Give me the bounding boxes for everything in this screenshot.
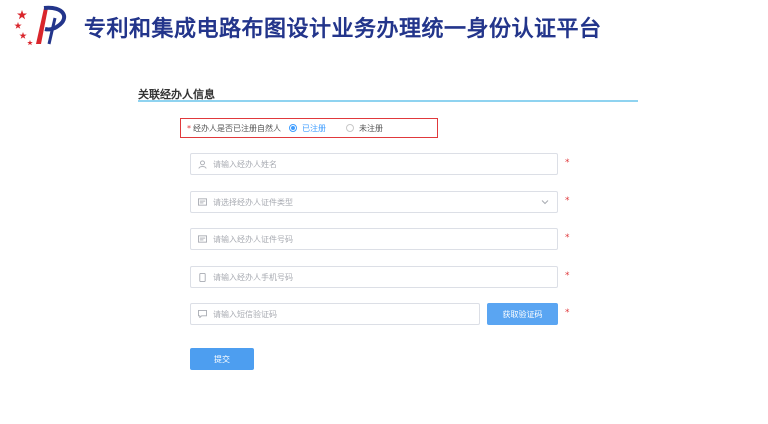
id-type-select[interactable]: 请选择经办人证件类型 — [190, 191, 558, 213]
required-mark: * — [187, 123, 191, 133]
sms-code-input[interactable]: 请输入短信验证码 — [190, 303, 480, 325]
name-input[interactable]: 请输入经办人姓名 — [190, 153, 558, 175]
registered-label: 经办人是否已注册自然人 — [193, 123, 281, 133]
header: 专利和集成电路布图设计业务办理统一身份认证平台 — [0, 0, 768, 52]
radio-unchecked-icon — [346, 124, 354, 132]
required-mark: * — [565, 196, 570, 206]
card-icon — [197, 234, 207, 244]
chevron-down-icon — [541, 200, 549, 205]
id-number-placeholder: 请输入经办人证件号码 — [213, 234, 293, 244]
phone-icon — [197, 272, 207, 282]
radio-checked-icon — [289, 124, 297, 132]
required-mark: * — [565, 271, 570, 281]
phone-placeholder: 请输入经办人手机号码 — [213, 272, 293, 282]
radio-unregistered-label: 未注册 — [359, 123, 383, 133]
id-type-placeholder: 请选择经办人证件类型 — [213, 197, 293, 207]
radio-registered-label: 已注册 — [302, 123, 326, 133]
radio-unregistered[interactable]: 未注册 — [346, 123, 383, 134]
required-mark: * — [565, 308, 570, 318]
message-icon — [197, 309, 207, 319]
submit-button[interactable]: 提交 — [190, 348, 254, 370]
phone-input[interactable]: 请输入经办人手机号码 — [190, 266, 558, 288]
name-placeholder: 请输入经办人姓名 — [213, 159, 277, 169]
user-icon — [197, 159, 207, 169]
required-mark: * — [565, 158, 570, 168]
patent-logo-icon — [14, 5, 67, 46]
card-icon — [197, 197, 207, 207]
sms-code-placeholder: 请输入短信验证码 — [213, 309, 277, 319]
section-divider — [138, 100, 638, 102]
required-mark: * — [565, 233, 570, 243]
registered-radio-group: * 经办人是否已注册自然人 已注册 未注册 — [180, 118, 438, 138]
radio-registered[interactable]: 已注册 — [289, 123, 326, 134]
id-number-input[interactable]: 请输入经办人证件号码 — [190, 228, 558, 250]
site-title: 专利和集成电路布图设计业务办理统一身份认证平台 — [84, 17, 602, 42]
get-code-button[interactable]: 获取验证码 — [487, 303, 558, 325]
